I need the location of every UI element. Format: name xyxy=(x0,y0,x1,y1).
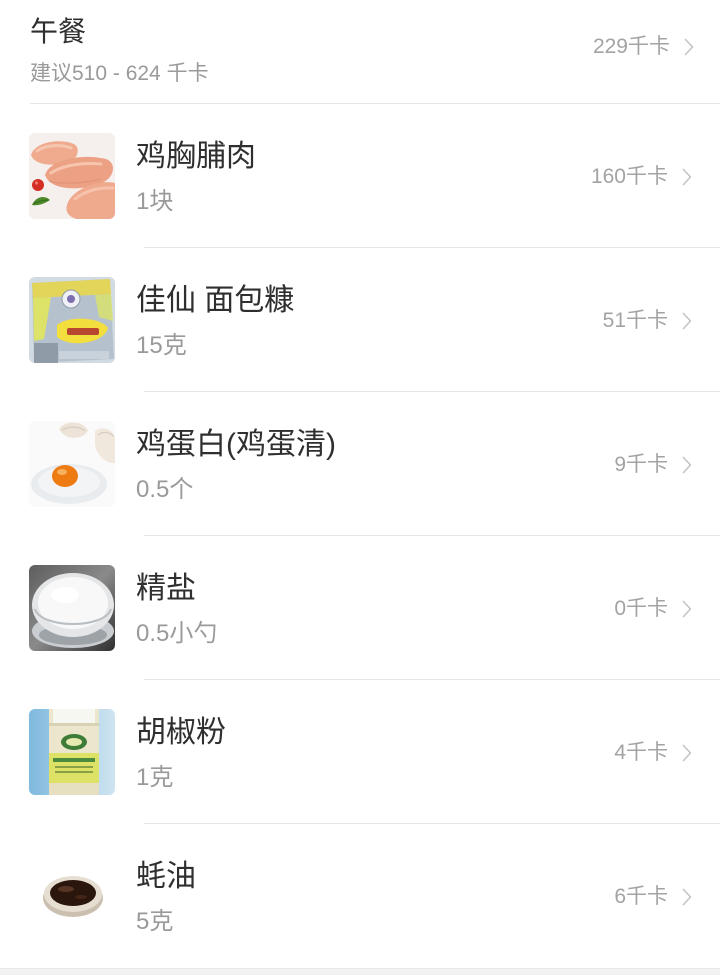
food-amount: 15克 xyxy=(136,332,187,359)
food-name: 精盐 xyxy=(136,572,196,605)
list-footer-strip xyxy=(0,968,720,975)
food-amount: 1块 xyxy=(136,188,174,215)
chicken-breast-image xyxy=(29,133,115,219)
food-item-row[interactable]: 佳仙 面包糠 15克 51千卡 xyxy=(0,248,720,392)
meal-title: 午餐 xyxy=(30,16,87,47)
food-calories: 4千卡 xyxy=(614,741,668,764)
chevron-right-icon xyxy=(682,888,692,906)
chevron-right-icon xyxy=(682,312,692,330)
food-item-row[interactable]: 蚝油 5克 6千卡 xyxy=(0,824,720,968)
salt-bowl-image xyxy=(29,565,115,651)
chevron-right-icon xyxy=(684,38,694,56)
oyster-sauce-dish-image xyxy=(29,853,115,939)
food-calories: 6千卡 xyxy=(614,885,668,908)
food-item-row[interactable]: 胡椒粉 1克 4千卡 xyxy=(0,680,720,824)
meal-suggested-calories: 建议510 - 624 千卡 xyxy=(30,62,209,85)
food-name: 胡椒粉 xyxy=(136,716,226,749)
food-calories: 0千卡 xyxy=(614,597,668,620)
bread-crumbs-package-image xyxy=(29,277,115,363)
food-amount: 1克 xyxy=(136,764,174,791)
food-name: 佳仙 面包糠 xyxy=(136,284,295,317)
chevron-right-icon xyxy=(682,600,692,618)
food-item-row[interactable]: 鸡蛋白(鸡蛋清) 0.5个 9千卡 xyxy=(0,392,720,536)
food-calories: 9千卡 xyxy=(614,453,668,476)
chevron-right-icon xyxy=(682,456,692,474)
egg-white-image xyxy=(29,421,115,507)
food-name: 蚝油 xyxy=(136,860,196,893)
food-amount: 0.5小勺 xyxy=(136,620,218,647)
chevron-right-icon xyxy=(682,744,692,762)
food-name: 鸡蛋白(鸡蛋清) xyxy=(136,428,336,461)
pepper-powder-bottle-image xyxy=(29,709,115,795)
food-calories: 160千卡 xyxy=(590,165,668,188)
food-list: 鸡胸脯肉 1块 160千卡 佳仙 面包糠 15克 51千卡 鸡蛋白(鸡蛋清) 0… xyxy=(0,104,720,968)
food-item-row[interactable]: 鸡胸脯肉 1块 160千卡 xyxy=(0,104,720,248)
meal-header[interactable]: 午餐 建议510 - 624 千卡 229千卡 xyxy=(0,0,720,104)
food-item-row[interactable]: 精盐 0.5小勺 0千卡 xyxy=(0,536,720,680)
meal-total-calories: 229千卡 xyxy=(592,35,670,58)
food-name: 鸡胸脯肉 xyxy=(136,140,256,173)
food-amount: 5克 xyxy=(136,908,174,935)
chevron-right-icon xyxy=(682,168,692,186)
food-amount: 0.5个 xyxy=(136,476,194,503)
food-calories: 51千卡 xyxy=(602,309,668,332)
